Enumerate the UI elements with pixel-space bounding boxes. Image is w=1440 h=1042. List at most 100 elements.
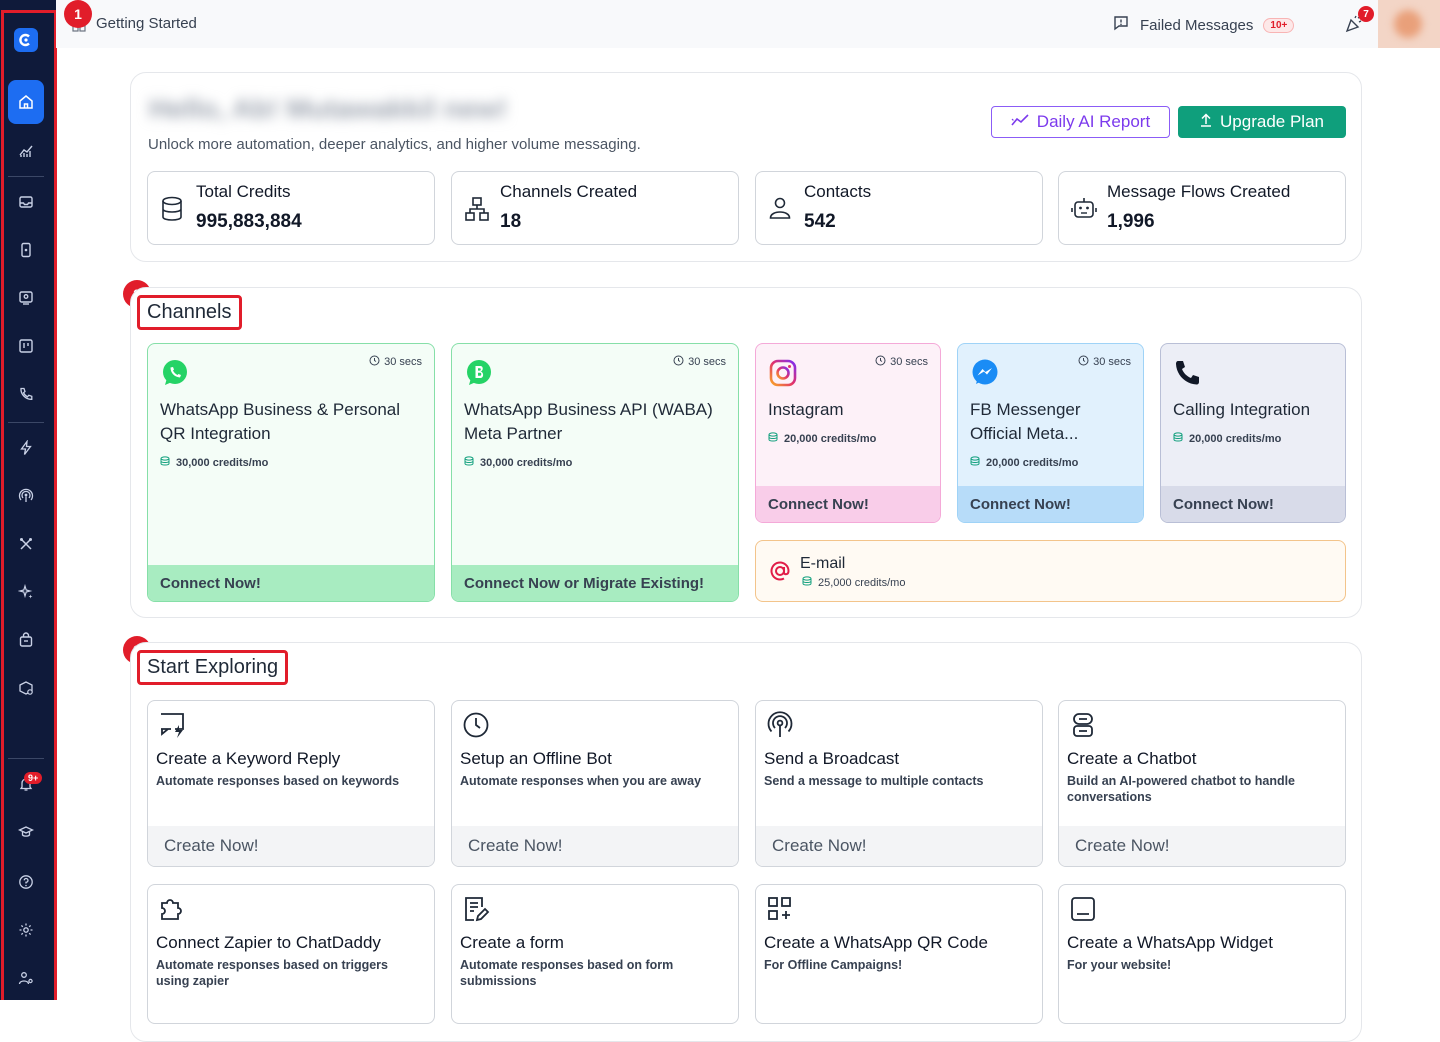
channel-name-line-2: Official Meta... xyxy=(970,424,1079,443)
explore-card-form[interactable]: Create a form Automate responses based o… xyxy=(451,884,739,1024)
welcome-subtitle: Unlock more automation, deeper analytics… xyxy=(148,136,641,153)
explore-title: Setup an Offline Bot xyxy=(460,749,612,768)
tools-icon[interactable] xyxy=(8,526,44,562)
connect-now-button[interactable]: Connect Now! xyxy=(958,486,1143,522)
topbar: Getting Started Failed Messages 10+ 7 xyxy=(56,0,1440,48)
stat-message-flows: Message Flows Created 1,996 xyxy=(1058,171,1346,245)
clock-icon xyxy=(875,355,886,369)
explore-description: For your website! xyxy=(1067,958,1172,972)
contacts-icon[interactable] xyxy=(8,280,44,316)
stat-value: 995,883,884 xyxy=(196,211,302,232)
puzzle-icon xyxy=(158,895,186,928)
credits-icon xyxy=(802,576,812,589)
phone-device-icon[interactable] xyxy=(8,232,44,268)
daily-ai-report-label: Daily AI Report xyxy=(1036,112,1151,131)
upgrade-plan-button[interactable]: Upgrade Plan xyxy=(1178,106,1346,138)
setup-time: 30 secs xyxy=(1078,355,1131,369)
create-now-button[interactable]: Create Now! xyxy=(1059,826,1345,866)
package-settings-icon[interactable] xyxy=(8,670,44,706)
user-icon xyxy=(768,196,792,225)
explore-card-broadcast[interactable]: Send a Broadcast Send a message to multi… xyxy=(755,700,1043,867)
widget-window-icon xyxy=(1069,895,1097,928)
setup-time-label: 30 secs xyxy=(890,356,928,368)
explore-title: Connect Zapier to ChatDaddy xyxy=(156,933,381,952)
connect-or-migrate-button[interactable]: Connect Now or Migrate Existing! xyxy=(452,565,738,601)
stat-label: Message Flows Created xyxy=(1107,182,1291,201)
channel-name: Instagram xyxy=(768,398,844,422)
graduation-cap-icon[interactable] xyxy=(8,814,44,850)
channel-name-line-1: FB Messenger xyxy=(970,400,1081,419)
setup-time: 30 secs xyxy=(875,355,928,369)
explore-description: For Offline Campaigns! xyxy=(764,958,903,972)
channel-card-calling[interactable]: Calling Integration 20,000 credits/mo Co… xyxy=(1160,343,1346,523)
explore-card-keyword-reply[interactable]: Create a Keyword Reply Automate response… xyxy=(147,700,435,867)
clock-icon xyxy=(369,355,380,369)
setup-time: 30 secs xyxy=(673,355,726,369)
channel-credits: 30,000 credits/mo xyxy=(160,456,268,469)
explore-card-widget[interactable]: Create a WhatsApp Widget For your websit… xyxy=(1058,884,1346,1024)
upload-arrow-icon xyxy=(1200,112,1212,132)
setup-time-label: 30 secs xyxy=(688,356,726,368)
channel-card-instagram[interactable]: 30 secs Instagram 20,000 credits/mo Conn… xyxy=(755,343,941,523)
failed-count-badge: 10+ xyxy=(1263,17,1295,33)
stat-contacts: Contacts 542 xyxy=(755,171,1043,245)
channel-name: WhatsApp Business API (WABA) Meta Partne… xyxy=(464,398,713,446)
analytics-icon[interactable] xyxy=(8,132,44,168)
credits-icon xyxy=(1173,432,1183,445)
channel-name: WhatsApp Business & Personal QR Integrat… xyxy=(160,398,400,446)
explore-title: Create a Chatbot xyxy=(1067,749,1197,768)
avatar[interactable] xyxy=(1378,0,1440,48)
explore-card-qr-code[interactable]: Create a WhatsApp QR Code For Offline Ca… xyxy=(755,884,1043,1024)
failed-messages-button[interactable]: Failed Messages 10+ xyxy=(1112,14,1295,36)
instagram-icon xyxy=(768,358,798,393)
connect-now-button[interactable]: Connect Now! xyxy=(756,486,940,522)
stat-label: Channels Created xyxy=(500,182,638,201)
explore-card-chatbot[interactable]: Create a Chatbot Build an AI-powered cha… xyxy=(1058,700,1346,867)
clock-icon xyxy=(1078,355,1089,369)
lightning-icon[interactable] xyxy=(8,430,44,466)
credits-icon xyxy=(768,432,778,445)
connect-now-button[interactable]: Connect Now! xyxy=(1161,486,1345,522)
greeting-heading: Hello, Ab! Mutawakkil new! xyxy=(149,93,508,124)
kanban-icon[interactable] xyxy=(8,328,44,364)
channel-card-messenger[interactable]: 30 secs FB Messenger Official Meta... 20… xyxy=(957,343,1144,523)
chatdaddy-logo-icon[interactable] xyxy=(14,28,38,52)
broadcast-icon[interactable] xyxy=(8,478,44,514)
credits-icon xyxy=(970,456,980,469)
explore-title: Create a WhatsApp Widget xyxy=(1067,933,1273,952)
create-now-button[interactable]: Create Now! xyxy=(756,826,1042,866)
help-icon[interactable] xyxy=(8,864,44,900)
create-now-button[interactable]: Create Now! xyxy=(148,826,434,866)
channels-heading: Channels xyxy=(137,295,242,330)
whatsapp-business-icon xyxy=(464,358,494,393)
channel-card-email[interactable]: E-mail 25,000 credits/mo xyxy=(755,540,1346,602)
team-settings-icon[interactable] xyxy=(8,960,44,996)
broadcast-icon xyxy=(766,711,794,744)
explore-card-offline-bot[interactable]: Setup an Offline Bot Automate responses … xyxy=(451,700,739,867)
channel-credits: 20,000 credits/mo xyxy=(1173,432,1281,445)
ai-sparkle-icon[interactable] xyxy=(8,574,44,610)
channel-name-line-1: Calling Integration xyxy=(1173,400,1311,419)
explore-title: Create a Keyword Reply xyxy=(156,749,341,768)
daily-ai-report-button[interactable]: Daily AI Report xyxy=(991,106,1170,138)
create-now-button[interactable]: Create Now! xyxy=(452,826,738,866)
welcome-panel: Hello, Ab! Mutawakkil new! Unlock more a… xyxy=(130,72,1362,262)
home-icon[interactable] xyxy=(8,80,44,124)
page-title: Getting Started xyxy=(96,15,197,32)
channel-credits-label: 30,000 credits/mo xyxy=(176,456,269,469)
shop-icon[interactable] xyxy=(8,622,44,658)
upgrade-plan-label: Upgrade Plan xyxy=(1220,112,1324,131)
explore-card-zapier[interactable]: Connect Zapier to ChatDaddy Automate res… xyxy=(147,884,435,1024)
channel-card-whatsapp-api[interactable]: 30 secs WhatsApp Business API (WABA) Met… xyxy=(451,343,739,602)
channel-credits-label: 20,000 credits/mo xyxy=(784,432,877,445)
connect-now-button[interactable]: Connect Now! xyxy=(148,565,434,601)
failed-messages-label: Failed Messages xyxy=(1140,16,1254,34)
robot-icon xyxy=(1071,196,1097,225)
channels-panel: Channels 30 secs WhatsApp Business & Per… xyxy=(130,287,1362,618)
channel-card-whatsapp-qr[interactable]: 30 secs WhatsApp Business & Personal QR … xyxy=(147,343,435,602)
inbox-icon[interactable] xyxy=(8,184,44,220)
settings-icon[interactable] xyxy=(8,912,44,948)
form-edit-icon xyxy=(462,895,490,928)
phone-call-icon[interactable] xyxy=(8,376,44,412)
bell-icon[interactable] xyxy=(8,766,44,802)
